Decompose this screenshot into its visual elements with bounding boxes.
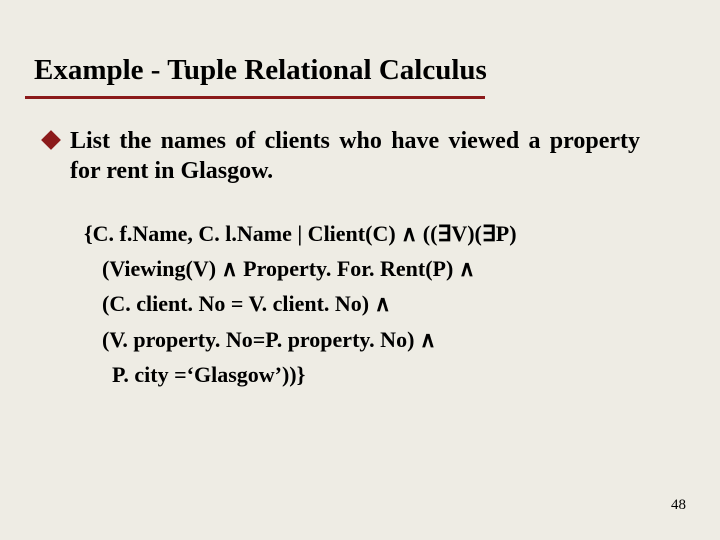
formula-block: {C. f.Name, C. l.Name | Client(C) ∧ ((∃V… <box>84 216 644 392</box>
formula-line-1: {C. f.Name, C. l.Name | Client(C) ∧ ((∃V… <box>84 216 644 251</box>
formula-line-4: (V. property. No=P. property. No) ∧ <box>84 322 644 357</box>
slide-title: Example - Tuple Relational Calculus <box>34 54 487 87</box>
formula-line-3: (C. client. No = V. client. No) ∧ <box>84 286 644 321</box>
formula-line-2: (Viewing(V) ∧ Property. For. Rent(P) ∧ <box>84 251 644 286</box>
bullet-item: List the names of clients who have viewe… <box>70 126 640 186</box>
diamond-bullet-icon <box>41 130 61 150</box>
slide: Example - Tuple Relational Calculus List… <box>0 0 720 540</box>
title-underline <box>25 96 485 99</box>
bullet-text: List the names of clients who have viewe… <box>70 126 640 186</box>
page-number: 48 <box>671 497 686 514</box>
formula-line-5: P. city =‘Glasgow’))} <box>84 357 644 392</box>
